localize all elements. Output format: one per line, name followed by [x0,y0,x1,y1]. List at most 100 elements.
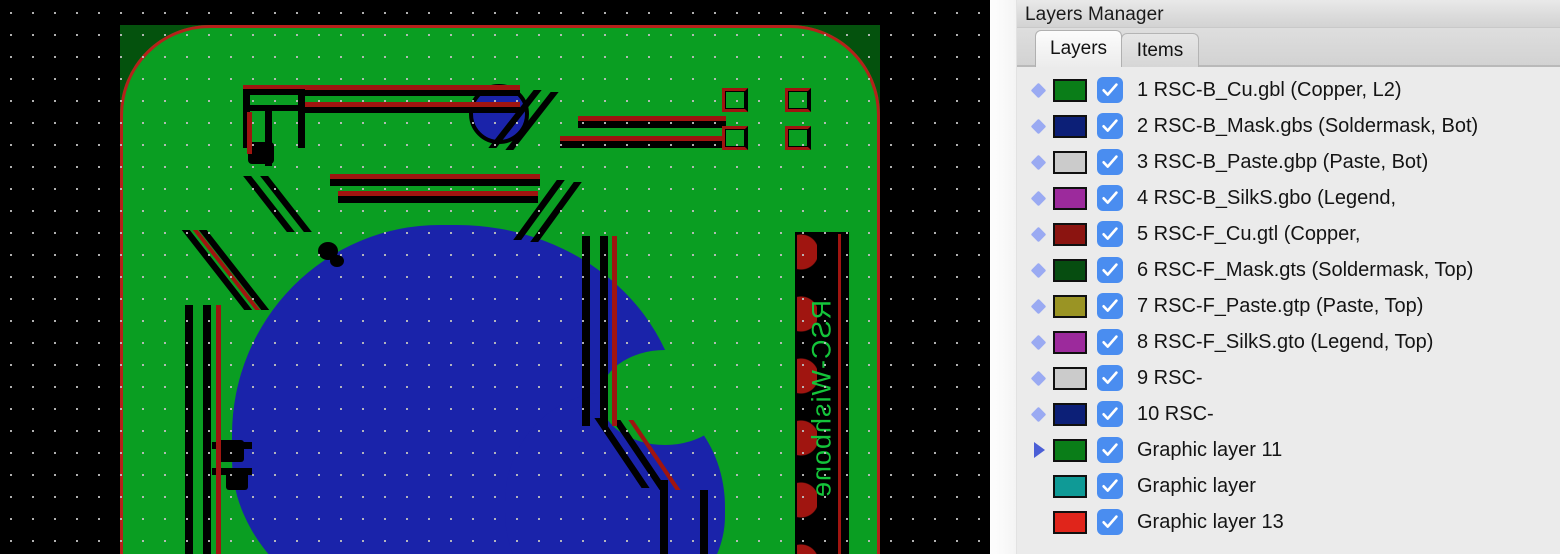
layer-diamond-icon [1025,185,1051,211]
layer-label: 5 RSC-F_Cu.gtl (Copper, [1137,223,1361,245]
trace-segment [203,305,211,554]
layer-list[interactable]: 1 RSC-B_Cu.gbl (Copper, L2) 2 RSC-B_Mask.… [1017,67,1560,554]
diamond-icon [1030,226,1046,242]
copper-segment [560,136,725,141]
layer-color-swatch[interactable] [1053,474,1087,498]
layer-visibility-checkbox[interactable] [1097,149,1123,175]
panel-title: Layers Manager [1025,3,1164,25]
trace-segment [660,480,668,554]
panel-header: Layers Manager [1017,0,1560,28]
copper-segment [305,102,520,107]
layer-row[interactable]: 5 RSC-F_Cu.gtl (Copper, [1017,216,1560,252]
tab-layers-label: Layers [1050,38,1108,59]
trace-segment [298,88,305,148]
layer-visibility-checkbox[interactable] [1097,365,1123,391]
layer-label: Graphic layer 11 [1137,439,1283,461]
layer-visibility-checkbox[interactable] [1097,329,1123,355]
layer-label: 8 RSC-F_SilkS.gto (Legend, Top) [1137,331,1434,353]
active-layer-arrow-icon [1025,437,1051,463]
trace-segment [578,120,726,128]
layer-row[interactable]: 6 RSC-F_Mask.gts (Soldermask, Top) [1017,252,1560,288]
smd-pad [785,126,811,150]
pcb-canvas[interactable]: RSC-Wishbone [0,0,990,554]
layer-color-swatch[interactable] [1053,186,1087,210]
layer-row[interactable]: Graphic layer 11 [1017,432,1560,468]
layer-row[interactable]: Graphic layer 13 [1017,504,1560,540]
layer-label: Graphic layer 13 [1137,511,1284,533]
layer-color-swatch[interactable] [1053,114,1087,138]
layer-visibility-checkbox[interactable] [1097,77,1123,103]
layer-row[interactable]: 8 RSC-F_SilkS.gto (Legend, Top) [1017,324,1560,360]
layer-diamond-icon [1025,401,1051,427]
layer-visibility-checkbox[interactable] [1097,257,1123,283]
copper-segment [243,85,305,89]
layer-label: 3 RSC-B_Paste.gbp (Paste, Bot) [1137,151,1429,173]
copper-segment [216,305,221,554]
layer-diamond-icon [1025,113,1051,139]
layer-diamond-icon [1025,365,1051,391]
silkscreen-label: RSC-Wishbone [806,299,837,499]
diamond-icon [1030,262,1046,278]
copper-segment [338,191,538,196]
trace-segment [185,305,193,554]
gerbview-window: RSC-Wishbone Layers Manager Layers Items… [0,0,1560,554]
layer-visibility-checkbox[interactable] [1097,293,1123,319]
layer-color-swatch[interactable] [1053,510,1087,534]
copper-segment [578,116,726,121]
smd-pad [785,88,811,112]
tab-layers[interactable]: Layers [1035,30,1123,67]
copper-segment [612,236,617,426]
layer-color-swatch[interactable] [1053,330,1087,354]
layer-row[interactable]: Graphic layer [1017,468,1560,504]
layer-diamond-icon [1025,329,1051,355]
layer-visibility-checkbox[interactable] [1097,473,1123,499]
layer-label: 1 RSC-B_Cu.gbl (Copper, L2) [1137,79,1402,101]
layer-color-swatch[interactable] [1053,258,1087,282]
layer-row[interactable]: 1 RSC-B_Cu.gbl (Copper, L2) [1017,72,1560,108]
layer-visibility-checkbox[interactable] [1097,437,1123,463]
layer-visibility-checkbox[interactable] [1097,509,1123,535]
layer-diamond-icon [1025,77,1051,103]
layer-visibility-checkbox[interactable] [1097,113,1123,139]
layer-marker-empty [1025,509,1051,535]
layer-label: 4 RSC-B_SilkS.gbo (Legend, [1137,187,1397,209]
layer-color-swatch[interactable] [1053,366,1087,390]
layer-color-swatch[interactable] [1053,402,1087,426]
diamond-icon [1030,154,1046,170]
copper-segment [305,85,520,90]
trace-segment [330,178,540,186]
trace-segment [243,88,305,95]
layer-diamond-icon [1025,293,1051,319]
layer-color-swatch[interactable] [1053,438,1087,462]
layer-visibility-checkbox[interactable] [1097,401,1123,427]
layer-row[interactable]: 4 RSC-B_SilkS.gbo (Legend, [1017,180,1560,216]
tab-items[interactable]: Items [1121,33,1200,67]
trace-segment [338,195,538,203]
layer-row[interactable]: 2 RSC-B_Mask.gbs (Soldermask, Bot) [1017,108,1560,144]
layer-color-swatch[interactable] [1053,78,1087,102]
layer-visibility-checkbox[interactable] [1097,221,1123,247]
layer-label: 6 RSC-F_Mask.gts (Soldermask, Top) [1137,259,1474,281]
layer-color-swatch[interactable] [1053,150,1087,174]
layer-row[interactable]: 9 RSC- [1017,360,1560,396]
layer-color-swatch[interactable] [1053,222,1087,246]
smd-pad [722,126,748,150]
diamond-icon [1030,118,1046,134]
trace-segment [582,236,590,426]
layer-label: 10 RSC- [1137,403,1214,425]
silkscreen-text-strip: RSC-Wishbone [795,232,849,554]
layer-row[interactable]: 7 RSC-F_Paste.gtp (Paste, Top) [1017,288,1560,324]
layer-label: Graphic layer [1137,475,1256,497]
tab-items-label: Items [1136,39,1184,61]
layer-label: 9 RSC- [1137,367,1203,389]
diamond-icon [1030,298,1046,314]
layer-diamond-icon [1025,221,1051,247]
layer-row[interactable]: 3 RSC-B_Paste.gbp (Paste, Bot) [1017,144,1560,180]
panel-splitter[interactable] [990,0,1017,554]
layer-color-swatch[interactable] [1053,294,1087,318]
layer-diamond-icon [1025,257,1051,283]
copper-segment [330,174,540,179]
layer-visibility-checkbox[interactable] [1097,185,1123,211]
layer-row[interactable]: 10 RSC- [1017,396,1560,432]
smd-pad [722,88,748,112]
